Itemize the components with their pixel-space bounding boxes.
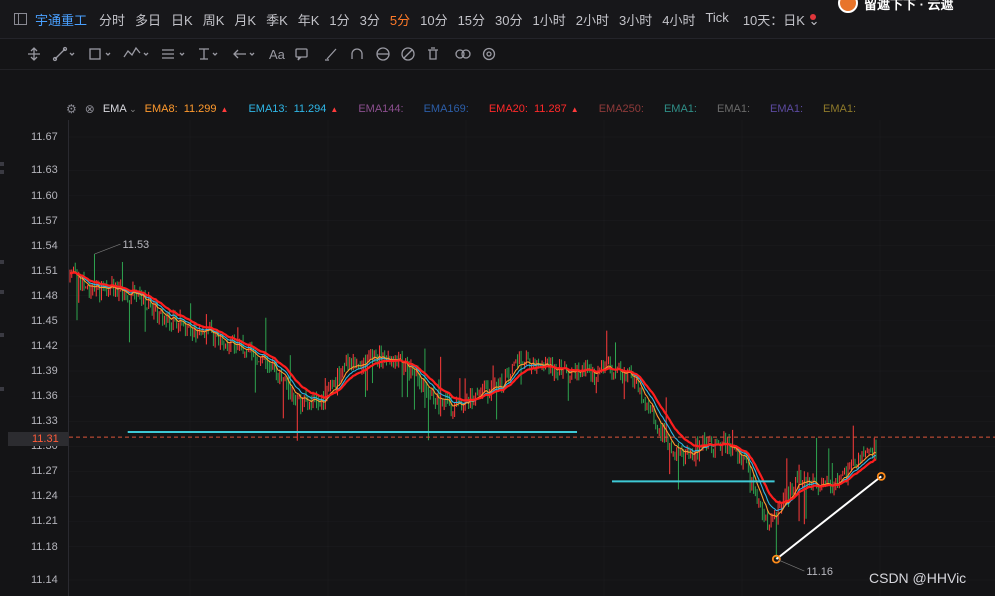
settings-icon[interactable]: ⚙ bbox=[66, 102, 77, 116]
legend-value: 11.299 bbox=[183, 103, 217, 115]
legend-value: 11.287 bbox=[533, 103, 567, 115]
y-tick-label: 11.48 bbox=[31, 289, 58, 302]
y-tick-label: 11.21 bbox=[31, 515, 58, 528]
legend-value: 11.294 bbox=[293, 103, 327, 115]
legend-items: EMA8: 11.299 ▲ EMA13: 11.294 ▲ EMA144: EMA169: E… bbox=[145, 103, 876, 115]
legend-item[interactable]: EMA1: bbox=[770, 103, 803, 115]
overlays: 11.53 11.16 bbox=[69, 239, 995, 578]
legend-label: EMA1: bbox=[770, 103, 804, 115]
legend-item[interactable]: EMA250: bbox=[599, 103, 644, 115]
y-tick-label: 11.42 bbox=[31, 339, 58, 352]
y-tick-label: 11.57 bbox=[31, 214, 58, 227]
legend-label: EMA20: bbox=[488, 103, 528, 115]
legend-item[interactable]: EMA8: 11.299 ▲ bbox=[145, 103, 229, 115]
legend-label: EMA169: bbox=[423, 103, 469, 115]
y-tick-label: 11.51 bbox=[31, 264, 58, 277]
legend-item[interactable]: EMA20: 11.287 ▲ bbox=[489, 103, 579, 115]
legend-label: EMA1: bbox=[663, 103, 697, 115]
legend-label: EMA1: bbox=[823, 103, 857, 115]
legend-item[interactable]: EMA13: 11.294 ▲ bbox=[248, 103, 338, 115]
legend-item[interactable]: EMA1: bbox=[823, 103, 856, 115]
price-chart[interactable]: 11.53 11.16 bbox=[0, 0, 995, 596]
y-tick-label: 11.60 bbox=[31, 189, 58, 202]
y-tick-label: 11.14 bbox=[31, 574, 58, 586]
watermark: CSDN @HHVic bbox=[869, 570, 967, 586]
close-icon[interactable]: ⊗ bbox=[85, 102, 95, 116]
y-tick-label: 11.54 bbox=[31, 239, 58, 252]
legend-label: EMA13: bbox=[248, 103, 288, 115]
y-tick-label: 11.27 bbox=[31, 465, 58, 478]
legend-item[interactable]: EMA1: bbox=[717, 103, 750, 115]
y-tick-label: 11.24 bbox=[31, 490, 58, 503]
candles bbox=[69, 254, 877, 560]
price-annotation: 11.53 bbox=[122, 239, 149, 251]
y-tick-label: 11.39 bbox=[31, 365, 58, 378]
y-tick-label: 11.33 bbox=[31, 415, 58, 428]
grid bbox=[69, 120, 995, 596]
price-axis[interactable]: 11.67 11.63 11.60 11.57 11.54 11.51 11.48 11.45… bbox=[0, 120, 69, 596]
current-price-tag: 11.31 bbox=[8, 432, 68, 446]
legend-label: EMA144: bbox=[358, 103, 404, 115]
legend-item[interactable]: EMA144: bbox=[358, 103, 403, 115]
annotation-leader bbox=[776, 558, 805, 572]
y-tick-label: 11.63 bbox=[31, 164, 58, 177]
up-arrow-icon: ▲ bbox=[570, 105, 579, 114]
y-tick-label: 11.18 bbox=[31, 540, 58, 553]
chevron-down-icon: ⌄ bbox=[129, 104, 137, 114]
indicator-name[interactable]: EMA ⌄ bbox=[103, 103, 137, 115]
indicator-name-label: EMA bbox=[102, 103, 127, 115]
y-tick-label: 11.67 bbox=[31, 131, 58, 143]
price-annotation: 11.16 bbox=[806, 566, 833, 578]
indicator-legend: ⚙ ⊗ EMA ⌄ EMA8: 11.299 ▲ EMA13: 11.294 ▲ EMA14… bbox=[66, 100, 876, 118]
legend-item[interactable]: EMA169: bbox=[424, 103, 469, 115]
legend-label: EMA1: bbox=[716, 103, 750, 115]
legend-label: EMA250: bbox=[598, 103, 644, 115]
up-arrow-icon: ▲ bbox=[330, 105, 339, 114]
legend-label: EMA8: bbox=[144, 103, 178, 115]
y-tick-label: 11.45 bbox=[31, 314, 58, 327]
up-arrow-icon: ▲ bbox=[220, 105, 229, 114]
legend-item[interactable]: EMA1: bbox=[664, 103, 697, 115]
y-tick-label: 11.36 bbox=[31, 390, 58, 403]
